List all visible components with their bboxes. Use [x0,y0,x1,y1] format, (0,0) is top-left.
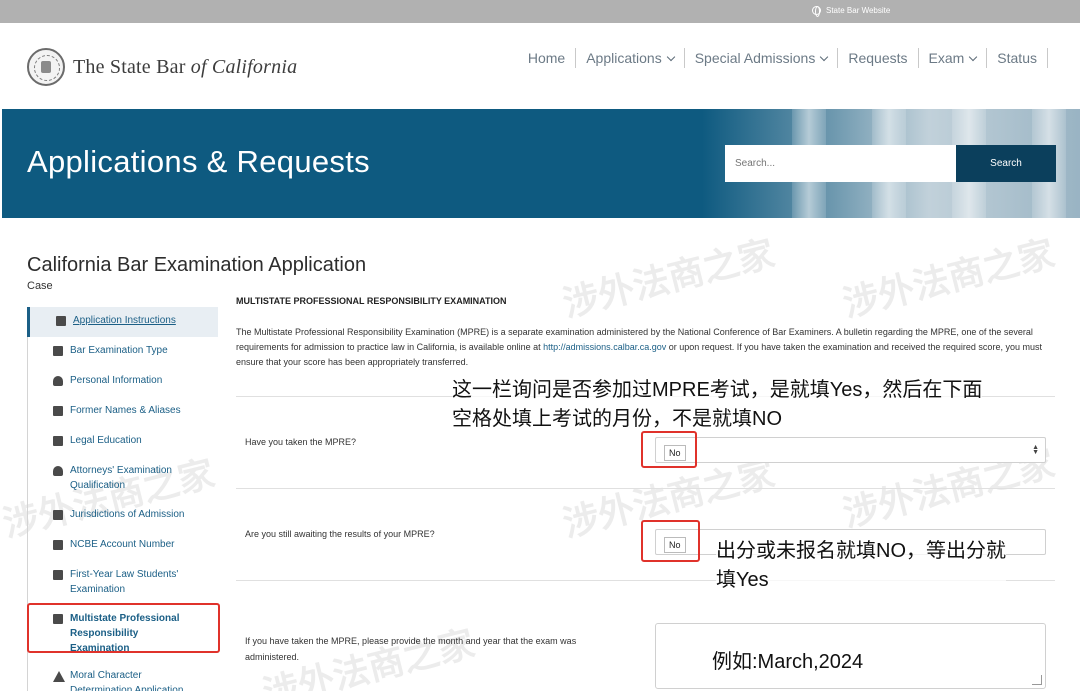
nav-home[interactable]: Home [518,48,577,68]
sidebar-item-former-names[interactable]: Former Names & Aliases [27,397,218,427]
list-icon [53,346,63,356]
q1-label: Have you taken the MPRE? [245,437,357,447]
id-card-icon [53,406,63,416]
nav-exam[interactable]: Exam [919,48,988,68]
chevron-down-icon [969,52,978,61]
case-label: Case [27,280,53,292]
person-icon [53,376,63,386]
q2-label: Are you still awaiting the results of yo… [245,529,435,539]
sidebar-item-bar-examination-type[interactable]: Bar Examination Type [27,337,218,367]
page-title: California Bar Examination Application [27,254,367,276]
sidebar-item-application-instructions[interactable]: Application Instructions [27,307,218,337]
sidebar-item-legal-education[interactable]: Legal Education [27,427,218,457]
admissions-link[interactable]: http://admissions.calbar.ca.gov [543,342,666,352]
annotation-note-3: 例如:March,2024 [712,651,864,673]
section-title: MULTISTATE PROFESSIONAL RESPONSIBILITY E… [236,296,507,306]
search-button[interactable]: Search [956,145,1056,182]
sidebar-item-attorneys-examination[interactable]: Attorneys' Examination Qualification [27,457,218,501]
hero-banner: Applications & Requests Search [2,109,1080,218]
taken-mpre-select[interactable]: No ▲ ▼ [655,437,1046,463]
briefcase-icon [53,436,63,446]
sidebar-item-moral-character[interactable]: Moral Character Determination Applicatio… [27,662,218,691]
annotation-highlight-q1 [641,431,697,468]
search-input[interactable] [725,145,956,182]
state-bar-website-link[interactable]: State Bar Website [812,6,891,17]
globe-icon [812,6,821,17]
hash-icon [53,540,63,550]
nav-status[interactable]: Status [987,48,1048,68]
sidebar-item-jurisdictions[interactable]: Jurisdictions of Admission [27,501,218,531]
chevron-down-icon [820,52,829,61]
state-bar-logo[interactable]: The State Bar of California [27,48,297,86]
site-header: The State Bar of California Home Applica… [0,23,1080,109]
list-icon [56,316,66,326]
nav-applications[interactable]: Applications [576,48,685,68]
main-nav: Home Applications Special Admissions Req… [518,48,1048,68]
utility-bar: State Bar Website [0,0,1080,23]
sidebar-item-personal-information[interactable]: Personal Information [27,367,218,397]
select-arrows-icon: ▲ ▼ [1032,444,1039,456]
mpre-intro-text: The Multistate Professional Responsibili… [236,327,1042,367]
divider [236,488,1055,489]
annotation-note-2: 出分或未报名就填NO，等出分就 填Yes [716,537,1006,595]
hero-title: Applications & Requests [27,144,370,179]
state-bar-website-label: State Bar Website [826,6,891,15]
annotation-highlight-q2 [641,520,700,562]
state-seal-icon [27,48,65,86]
annotation-note-1: 这一栏询问是否参加过MPRE考试，是就填Yes，然后在下面 空格处填上考试的月份，… [452,376,983,434]
chevron-down-icon [666,52,675,61]
q3-label: If you have taken the MPRE, please provi… [245,636,577,662]
watermark-2: 涉外法商之家 [558,232,779,325]
nav-requests[interactable]: Requests [838,48,919,68]
attorney-icon [53,466,63,476]
sidebar-item-ncbe-account[interactable]: NCBE Account Number [27,531,218,561]
warning-icon [53,671,65,682]
annotation-highlight-sidebar [27,603,220,653]
resize-grip-icon[interactable] [1032,675,1042,685]
logo-text: The State Bar of California [73,55,298,78]
nav-special-admissions[interactable]: Special Admissions [685,48,839,68]
watermark-3: 涉外法商之家 [838,232,1059,325]
edit-doc-icon [53,570,63,580]
building-icon [53,510,63,520]
sidebar-item-first-year-law[interactable]: First-Year Law Students' Examination [27,561,218,605]
